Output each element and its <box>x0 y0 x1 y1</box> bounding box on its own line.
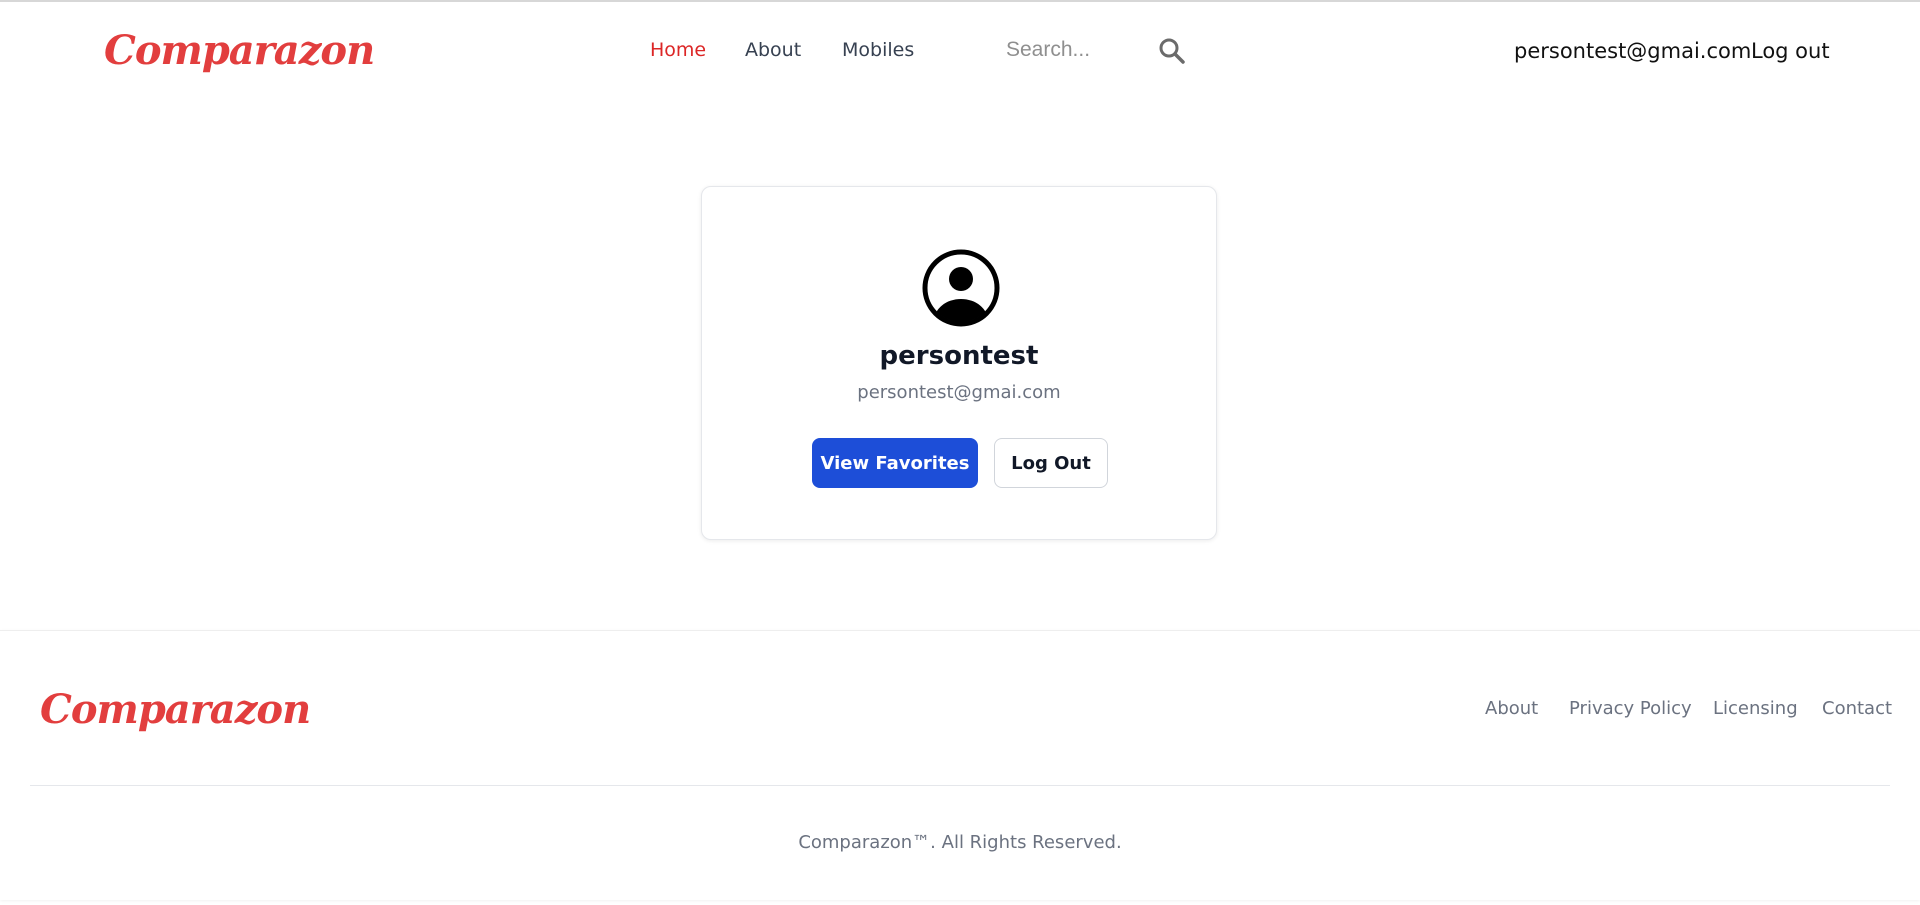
search-input[interactable] <box>994 30 1146 70</box>
nav-mobiles[interactable]: Mobiles <box>842 38 914 62</box>
header-logout-link[interactable]: Log out <box>1751 38 1830 64</box>
profile-username: persontest <box>879 341 1039 371</box>
copyright-text: Comparazon™. All Rights Reserved. <box>798 832 1122 853</box>
profile-card: persontest persontest@gmai.com View Favo… <box>701 186 1217 540</box>
footer-logo[interactable]: Comparazon <box>40 683 311 737</box>
view-favorites-button[interactable]: View Favorites <box>812 438 978 488</box>
footer-divider <box>30 785 1890 786</box>
search-icon[interactable] <box>1158 37 1186 65</box>
user-circle-icon <box>922 249 1000 327</box>
footer-link-licensing[interactable]: Licensing <box>1713 697 1798 721</box>
footer-link-contact[interactable]: Contact <box>1822 697 1892 721</box>
header-user-email[interactable]: persontest@gmai.com <box>1514 38 1751 64</box>
profile-email: persontest@gmai.com <box>857 382 1061 403</box>
nav-home[interactable]: Home <box>650 38 706 62</box>
footer-link-privacy-policy[interactable]: Privacy Policy <box>1569 697 1692 721</box>
header-logo[interactable]: Comparazon <box>104 24 375 78</box>
top-border <box>0 0 1920 2</box>
site-footer: Comparazon About Privacy Policy Licensin… <box>0 630 1920 900</box>
footer-link-about[interactable]: About <box>1485 697 1538 721</box>
logout-button[interactable]: Log Out <box>994 438 1108 488</box>
nav-about[interactable]: About <box>745 38 801 62</box>
